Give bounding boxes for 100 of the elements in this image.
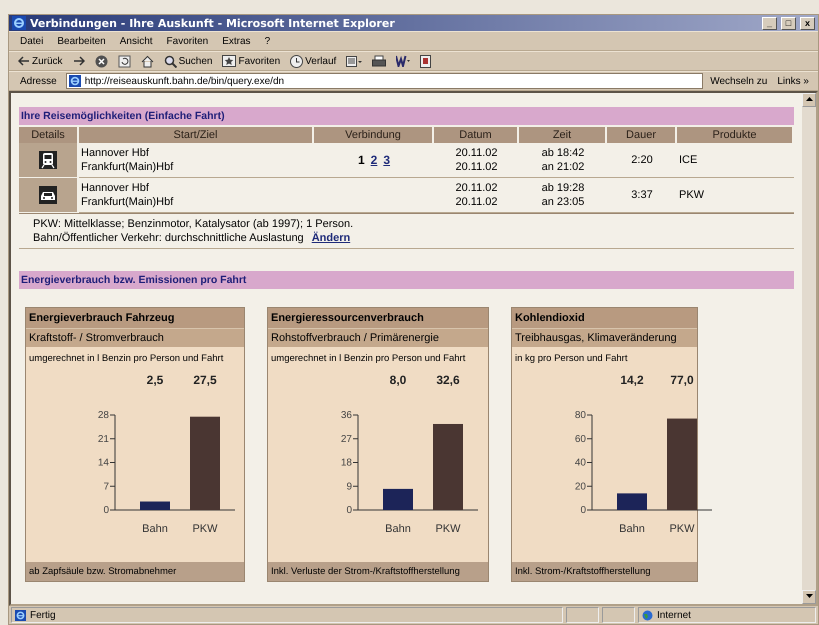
column-header: Verbindung (314, 127, 432, 143)
scroll-up-button[interactable] (802, 93, 816, 107)
down-triangle-icon (806, 594, 812, 598)
toolbar-button[interactable]: Suchen (160, 54, 216, 68)
address-field[interactable]: http://reiseauskunft.bahn.de/bin/query.exe/dn (66, 73, 704, 89)
note-text: Bahn/Öffentlicher Verkehr: durchschnittliche Auslastung (33, 231, 304, 245)
panel-subtitle: Rohstoffverbrauch / Primärenergie (268, 328, 488, 347)
table-cell: 3:37 (631, 188, 653, 202)
table-cell: Frankfurt(Main)Hbf (81, 195, 174, 209)
tick-label: 0 (580, 505, 586, 516)
table-cell: 20.11.02 (455, 160, 498, 174)
value-label: 2,5 (146, 373, 164, 387)
panel-title: Kohlendioxid (512, 308, 697, 328)
tick-label: 36 (340, 410, 352, 421)
panel-subtitle: Kraftstoff- / Stromverbrauch (26, 328, 244, 347)
category-label: Bahn (385, 523, 411, 535)
table-cell: 20.11.02 (455, 146, 498, 160)
menu-item[interactable]: Extras (217, 36, 256, 46)
panel-title: Energieressourcenverbrauch (268, 308, 488, 328)
column-header: Zeit (519, 127, 605, 143)
menu-item[interactable]: Ansicht (114, 36, 158, 46)
bar (140, 502, 170, 510)
menu-item[interactable]: Datei (15, 36, 48, 46)
table-cell: Hannover Hbf (81, 181, 149, 195)
menu-item[interactable]: Bearbeiten (52, 36, 111, 46)
stop-icon (94, 54, 108, 68)
section-heading: Energieverbrauch bzw. Emissionen pro Fahrt (19, 271, 794, 289)
category-label: Bahn (142, 523, 168, 535)
forward-arrow-icon (72, 56, 85, 66)
refresh-icon (118, 54, 131, 68)
tick-label: 7 (103, 481, 109, 492)
car-icon (39, 186, 57, 204)
scrollbar[interactable] (802, 93, 816, 604)
browser-icon (68, 75, 81, 87)
value-label: 77,0 (670, 373, 694, 387)
column-header: Details (19, 127, 77, 143)
tick-label: 9 (346, 481, 352, 492)
table-cell: 20.11.02 (455, 195, 498, 209)
table-cell: PKW (679, 188, 704, 202)
tick-label: 21 (98, 434, 109, 445)
window-control[interactable]: x (800, 16, 815, 30)
word-icon (396, 55, 410, 67)
connection-link[interactable]: 3 (383, 153, 390, 167)
tick-label: 80 (574, 410, 586, 421)
category-label: PKW (435, 523, 461, 535)
links-button[interactable]: Links » (774, 76, 812, 86)
column-header: Produkte (677, 127, 792, 143)
table-cell: 2:20 (631, 153, 653, 167)
window-control[interactable]: _ (762, 16, 777, 30)
note-text: PKW: Mittelklasse; Benzinmotor, Katalysator (ab 1997); 1 Person. (33, 217, 354, 231)
window-control[interactable]: □ (781, 16, 796, 30)
unit-text: umgerechnet in l Benzin pro Person und Fahrt (28, 352, 224, 366)
globe-icon (642, 610, 653, 620)
back-arrow-icon (18, 56, 30, 66)
star-folder-icon (222, 55, 236, 67)
panel-footer: Inkl. Strom-/Kraftstoffherstellung (512, 562, 697, 581)
menu-item[interactable]: ? (260, 36, 276, 46)
table-cell: Frankfurt(Main)Hbf (81, 160, 174, 174)
column-header: Start/Ziel (79, 127, 312, 143)
zone-text: Internet (638, 607, 816, 623)
change-link[interactable]: Ändern (312, 231, 350, 245)
tick-label: 18 (340, 458, 352, 468)
connection-link[interactable]: 1 (358, 153, 365, 167)
toolbar-button[interactable]: Verlauf (287, 54, 340, 68)
value-label: 32,6 (436, 373, 460, 387)
browser-icon (12, 16, 26, 30)
table-cell: an 23:05 (542, 195, 584, 209)
value-label: 14,2 (620, 373, 644, 387)
window-title: Verbindungen - Ihre Auskunft - Microsoft Internet Explorer (30, 16, 396, 30)
document-icon (420, 54, 432, 68)
scroll-down-button[interactable] (802, 590, 816, 604)
panel-title: Energieverbrauch Fahrzeug (26, 308, 244, 328)
go-button[interactable]: Wechseln zu (707, 76, 770, 86)
unit-text: umgerechnet in l Benzin pro Person und Fahrt (270, 352, 466, 366)
unit-text: in kg pro Person und Fahrt (514, 352, 628, 366)
table-cell: 20.11.02 (455, 181, 498, 195)
table-cell: ab 19:28 (542, 181, 584, 195)
table-cell: Hannover Hbf (81, 146, 149, 160)
category-label: PKW (192, 523, 218, 535)
table-cell: ab 18:42 (542, 146, 584, 160)
panel-footer: Inkl. Verluste der Strom-/Kraftstoffherstellung (268, 562, 488, 581)
tick-label: 20 (574, 481, 586, 492)
tick-label: 40 (574, 458, 586, 468)
toolbar-button[interactable]: Zurück (15, 56, 66, 66)
category-label: PKW (669, 523, 695, 535)
tick-label: 27 (340, 434, 352, 445)
panel-footer: ab Zapfsäule bzw. Stromabnehmer (26, 562, 244, 581)
browser-icon (15, 610, 26, 620)
column-header: Datum (434, 127, 517, 143)
home-icon (140, 54, 154, 68)
address-label: Adresse (19, 76, 58, 86)
clock-icon (290, 54, 304, 68)
train-icon (39, 151, 57, 169)
toolbar-button[interactable]: Favoriten (219, 55, 284, 67)
connection-link[interactable]: 2 (370, 153, 378, 167)
section-heading: Ihre Reisemöglichkeiten (Einfache Fahrt) (19, 107, 794, 125)
value-label: 8,0 (390, 373, 406, 387)
tick-label: 14 (98, 458, 109, 468)
search-icon (164, 54, 177, 68)
menu-item[interactable]: Favoriten (162, 36, 214, 46)
